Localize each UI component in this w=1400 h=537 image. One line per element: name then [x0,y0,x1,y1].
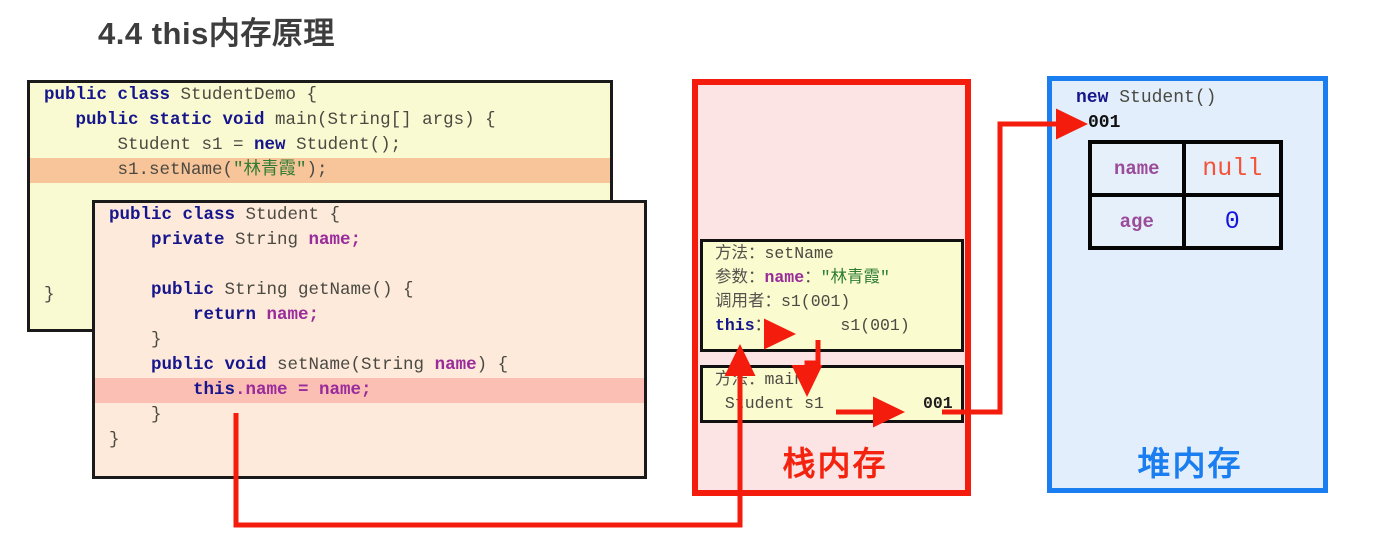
diagram-canvas: 4.4 this内存原理 public class StudentDemo { … [0,0,1400,537]
arrow-this-to-frame [233,344,756,528]
arrow-overlay [233,108,1088,528]
arrow-caller-to-main [791,340,823,397]
arrow-stack-to-heap [942,108,1088,415]
